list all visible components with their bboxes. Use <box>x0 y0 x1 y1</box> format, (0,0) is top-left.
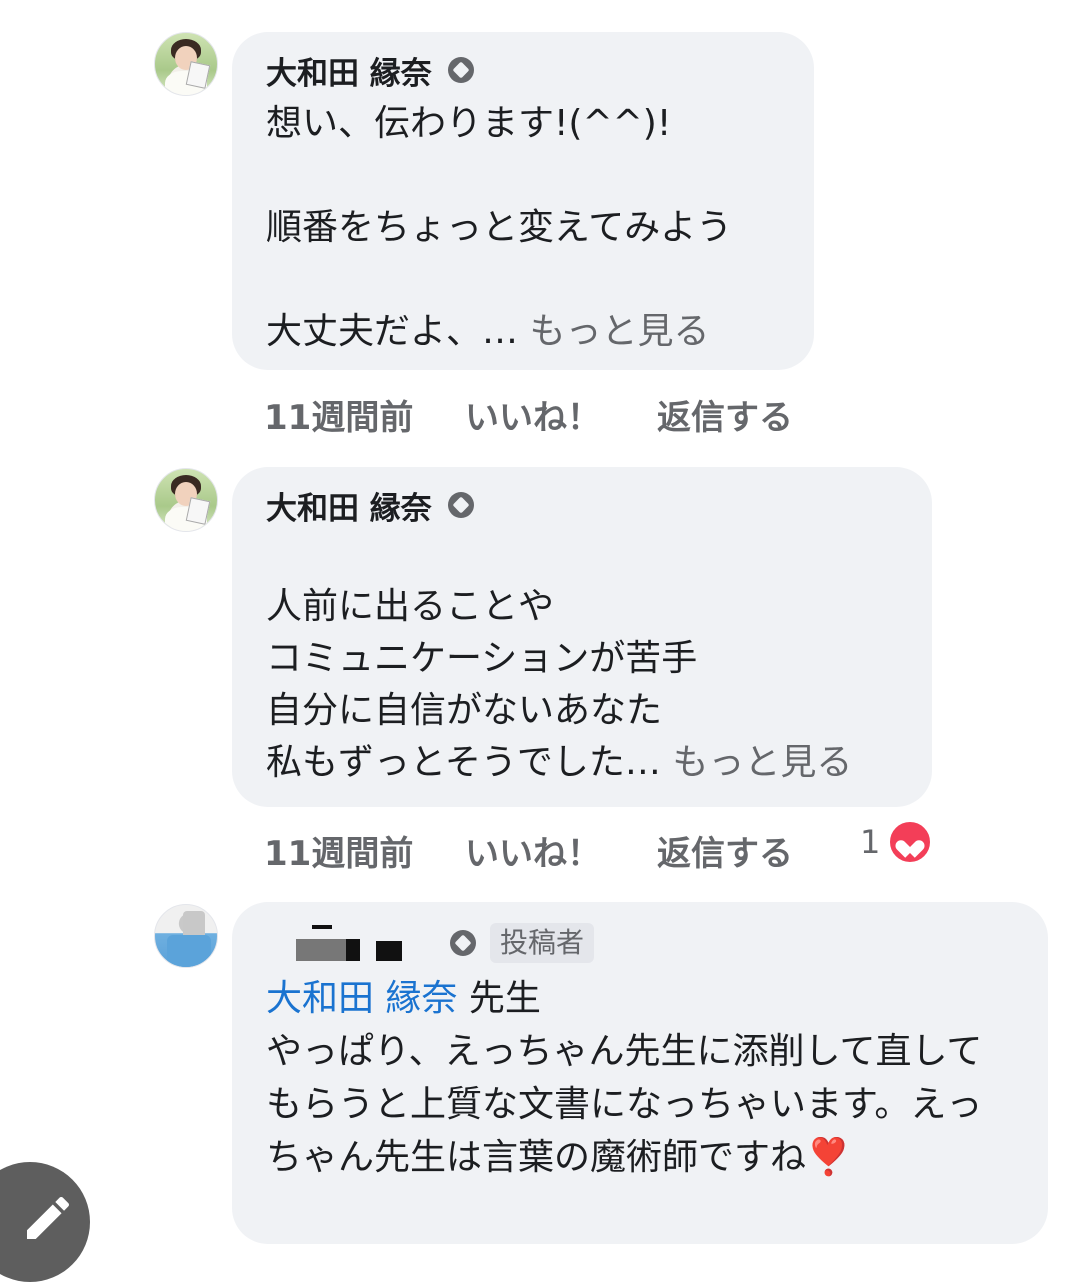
reply-button[interactable]: 返信する <box>657 826 793 875</box>
comment-author[interactable]: 大和田 縁奈 <box>266 48 432 93</box>
comment-bubble: 投稿者 大和田 縁奈 先生 やっぱり、えっちゃん先生に添削して直してもらうと上質… <box>232 902 1048 1244</box>
comment-timestamp[interactable]: 11週間前 <box>264 390 413 439</box>
comment-text: 大和田 縁奈 先生 やっぱり、えっちゃん先生に添削して直してもらうと上質な文書に… <box>266 972 1014 1184</box>
pencil-icon <box>27 1196 70 1239</box>
reaction-summary[interactable]: 1 <box>860 820 933 864</box>
comment-text: 想い、伝わります!(^^)! 順番をちょっと変えてみよう 大丈夫だよ、… もっと… <box>266 103 733 352</box>
like-button[interactable]: いいね！ <box>465 826 601 875</box>
compose-button[interactable] <box>0 1162 90 1282</box>
comment-text: 人前に出ることや コミュニケーションが苦手 自分に自信がないあなた 私もずっとそ… <box>266 586 853 783</box>
comment-author[interactable]: 大和田 縁奈 <box>266 483 432 528</box>
heart-icon <box>888 820 933 864</box>
comment-body: やっぱり、えっちゃん先生に添削して直してもらうと上質な文書になっちゃいます。えっ… <box>266 1031 983 1178</box>
reaction-count: 1 <box>860 823 881 861</box>
author-badge: 投稿者 <box>490 923 595 963</box>
avatar[interactable] <box>154 904 218 968</box>
verified-shield-icon <box>447 57 474 83</box>
redacted-author-name[interactable] <box>266 923 414 963</box>
reply-button[interactable]: 返信する <box>657 390 793 439</box>
mention-suffix: 先生 <box>457 978 541 1019</box>
comment-timestamp[interactable]: 11週間前 <box>264 826 413 875</box>
see-more-link[interactable]: もっと見る <box>529 311 709 352</box>
verified-shield-icon <box>450 930 476 956</box>
comment-bubble: 大和田 縁奈 人前に出ることや コミュニケーションが苦手 自分に自信がないあなた… <box>232 467 932 807</box>
avatar[interactable] <box>154 468 218 532</box>
avatar[interactable] <box>154 32 218 96</box>
see-more-link[interactable]: もっと見る <box>672 742 852 783</box>
like-button[interactable]: いいね！ <box>465 390 601 439</box>
mention-link[interactable]: 大和田 縁奈 <box>266 978 457 1019</box>
comment-bubble: 大和田 縁奈 想い、伝わります!(^^)! 順番をちょっと変えてみよう 大丈夫だ… <box>232 32 814 370</box>
verified-shield-icon <box>447 492 474 518</box>
